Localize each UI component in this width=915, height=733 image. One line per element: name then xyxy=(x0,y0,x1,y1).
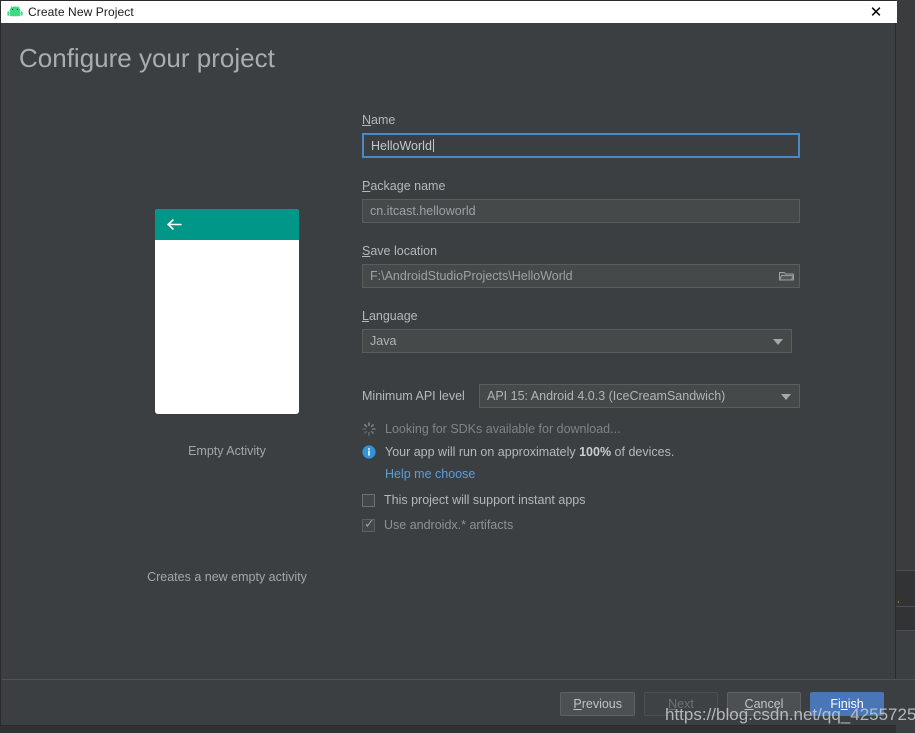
language-value: Java xyxy=(370,334,397,348)
page-title: Configure your project xyxy=(19,43,275,73)
background-panel-top xyxy=(896,0,915,570)
dialog-titlebar: Create New Project ✕ xyxy=(1,1,897,23)
save-location-value: F:\AndroidStudioProjects\HelloWorld xyxy=(370,269,573,283)
save-location-input[interactable]: F:\AndroidStudioProjects\HelloWorld xyxy=(362,264,800,288)
coverage-text-after: of devices. xyxy=(611,444,675,459)
info-icon xyxy=(362,444,376,459)
name-input-value: HelloWorld xyxy=(371,138,432,153)
background-panel-bottom xyxy=(896,630,915,733)
cancel-button-label: ancel xyxy=(753,697,784,711)
androidx-checkbox[interactable]: ✓ xyxy=(362,516,375,532)
minimum-api-value: API 15: Android 4.0.3 (IceCreamSandwich) xyxy=(487,389,726,403)
background-divider xyxy=(896,679,915,680)
help-me-choose-link[interactable]: Help me choose xyxy=(385,467,475,481)
next-button[interactable]: Next xyxy=(644,692,718,716)
previous-button[interactable]: Previous xyxy=(560,692,635,716)
previous-button-label: revious xyxy=(581,697,622,711)
footer-buttons: Previous Next Cancel Fi n ish xyxy=(560,692,884,716)
sdk-status-text: Looking for SDKs available for download.… xyxy=(385,421,621,436)
background-divider xyxy=(896,606,915,607)
chevron-down-icon xyxy=(773,339,783,345)
next-button-label: ext xyxy=(677,697,694,711)
androidx-label: Use androidx.* artifacts xyxy=(384,518,514,532)
name-label: Name xyxy=(362,113,802,127)
language-select[interactable]: Java xyxy=(362,329,792,353)
coverage-percent: 100% xyxy=(579,444,612,459)
device-coverage-text: Your app will run on approximately 100% … xyxy=(385,445,674,459)
next-button-mnemonic: N xyxy=(668,697,678,711)
finish-button-label: ish xyxy=(847,697,864,711)
minimum-api-label: Minimum API level xyxy=(362,389,465,403)
background-glyph: , xyxy=(897,594,900,605)
chevron-down-icon xyxy=(781,394,791,400)
folder-icon[interactable] xyxy=(778,268,795,284)
androidx-row[interactable]: ✓ Use androidx.* artifacts xyxy=(362,517,802,533)
background-divider xyxy=(896,630,915,631)
instant-apps-checkbox[interactable] xyxy=(362,493,375,507)
instant-apps-label: This project will support instant apps xyxy=(384,493,586,507)
name-input[interactable]: HelloWorld xyxy=(362,133,800,158)
close-icon[interactable]: ✕ xyxy=(865,1,887,23)
dialog-title: Create New Project xyxy=(28,5,134,19)
save-location-label-rest: ave location xyxy=(370,244,438,258)
template-name: Empty Activity xyxy=(188,444,266,458)
instant-apps-row[interactable]: This project will support instant apps xyxy=(362,492,802,508)
phone-mockup xyxy=(155,209,299,414)
language-label-rest: anguage xyxy=(368,309,418,323)
cancel-button[interactable]: Cancel xyxy=(727,692,801,716)
language-label-mnemonic: L xyxy=(362,309,369,323)
package-name-label: Package name xyxy=(362,179,802,193)
loading-spinner-icon xyxy=(362,421,376,436)
name-label-rest: ame xyxy=(371,113,396,127)
android-robot-icon xyxy=(7,4,23,20)
previous-button-mnemonic: P xyxy=(573,697,582,711)
help-link-row: Help me choose xyxy=(362,465,802,483)
package-name-label-rest: ackage name xyxy=(370,179,446,193)
name-label-mnemonic: N xyxy=(362,113,372,127)
finish-button-prefix: Fi xyxy=(830,697,841,711)
phone-appbar xyxy=(155,209,299,240)
template-description: Creates a new empty activity xyxy=(147,570,307,584)
project-form: Name HelloWorld Package name cn.itcast.h… xyxy=(362,113,802,533)
minimum-api-select[interactable]: API 15: Android 4.0.3 (IceCreamSandwich) xyxy=(479,384,800,408)
finish-button[interactable]: Fi n ish xyxy=(810,692,884,716)
sdk-status-row: Looking for SDKs available for download.… xyxy=(362,420,802,437)
arrow-left-icon xyxy=(166,217,183,232)
check-icon: ✓ xyxy=(364,516,375,532)
cancel-button-mnemonic: C xyxy=(744,697,754,711)
dialog-footer: Previous Next Cancel Fi n ish xyxy=(2,680,896,725)
background-divider xyxy=(896,570,915,571)
package-name-value: cn.itcast.helloworld xyxy=(370,204,476,218)
text-caret xyxy=(432,139,434,152)
save-location-label: Save location xyxy=(362,244,802,258)
minimum-api-row: Minimum API level API 15: Android 4.0.3 … xyxy=(362,384,802,408)
language-label: Language xyxy=(362,309,802,323)
template-preview: Empty Activity Creates a new empty activ… xyxy=(141,209,313,584)
device-coverage-row: Your app will run on approximately 100% … xyxy=(362,443,802,460)
finish-button-mnemonic: n xyxy=(840,697,848,711)
coverage-text-before: Your app will run on approximately xyxy=(385,444,580,459)
create-new-project-dialog: Create New Project ✕ Configure your proj… xyxy=(0,0,897,726)
package-name-input[interactable]: cn.itcast.helloworld xyxy=(362,199,800,223)
dialog-content: Configure your project Empty Activity Cr… xyxy=(1,23,895,679)
